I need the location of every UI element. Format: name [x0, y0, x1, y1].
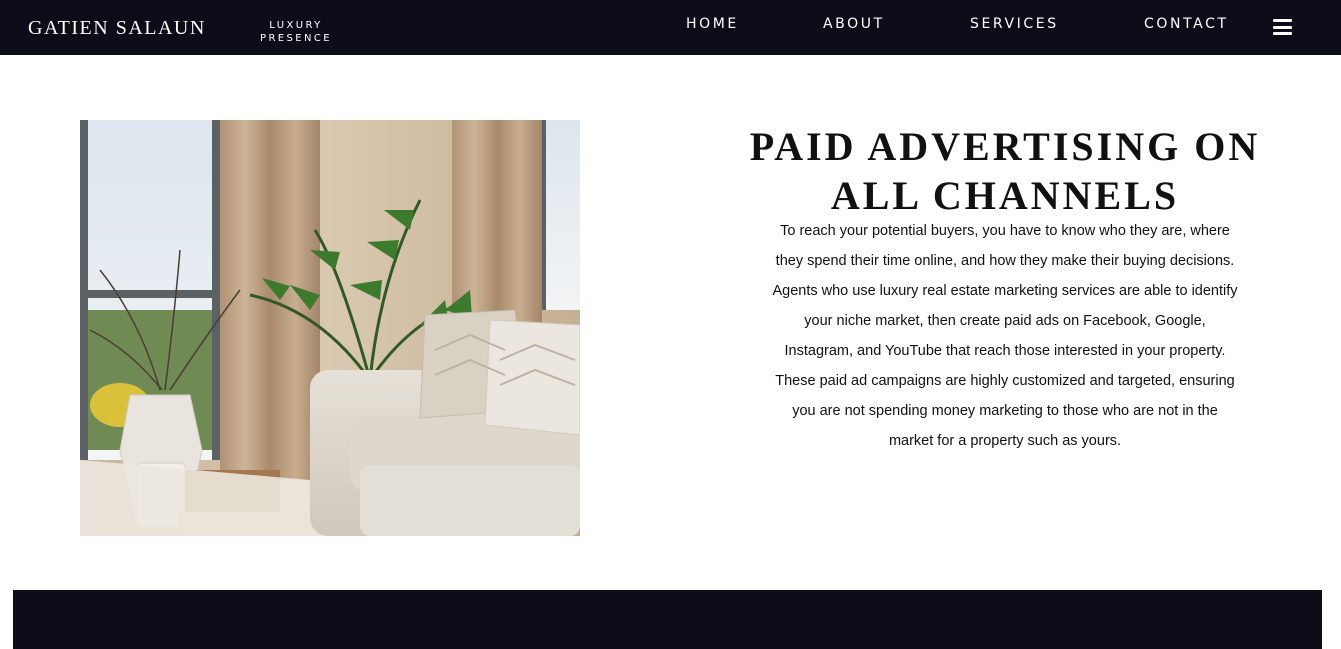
brand-logo[interactable]: GATIEN SALAUN — [28, 17, 206, 40]
nav-about-link[interactable]: ABOUT — [823, 16, 885, 32]
nav-contact-link[interactable]: CONTACT — [1144, 16, 1229, 32]
description-line: Instagram, and YouTube that reach those … — [784, 343, 1226, 359]
living-room-photo — [80, 120, 580, 536]
description-line: market for a property such as yours. — [888, 433, 1122, 449]
luxury-presence-badge[interactable]: LUXURY PRESENCE — [248, 19, 344, 45]
site-header: GATIEN SALAUN LUXURY PRESENCE HOME ABOUT… — [0, 0, 1341, 55]
hamburger-menu-icon[interactable] — [1273, 19, 1292, 35]
description-line: your niche market, then create paid ads … — [804, 313, 1206, 329]
dark-footer-band — [13, 590, 1322, 649]
badge-line-1: LUXURY — [269, 20, 323, 31]
heading-line-2: ALL CHANNELS — [830, 173, 1180, 218]
description-line: Agents who use luxury real estate market… — [772, 283, 1238, 299]
description-paragraph: To reach your potential buyers, you have… — [705, 216, 1305, 456]
nav-services-link[interactable]: SERVICES — [970, 16, 1059, 32]
page-heading: PAID ADVERTISING ON ALL CHANNELS — [705, 122, 1305, 220]
badge-line-2: PRESENCE — [260, 33, 332, 44]
description-line: These paid ad campaigns are highly custo… — [775, 373, 1235, 389]
nav-home-link[interactable]: HOME — [686, 16, 739, 32]
description-line: they spend their time online, and how th… — [775, 253, 1235, 269]
heading-line-1: PAID ADVERTISING ON — [749, 124, 1261, 169]
description-line: you are not spending money marketing to … — [792, 403, 1218, 419]
description-line: To reach your potential buyers, you have… — [780, 223, 1230, 239]
